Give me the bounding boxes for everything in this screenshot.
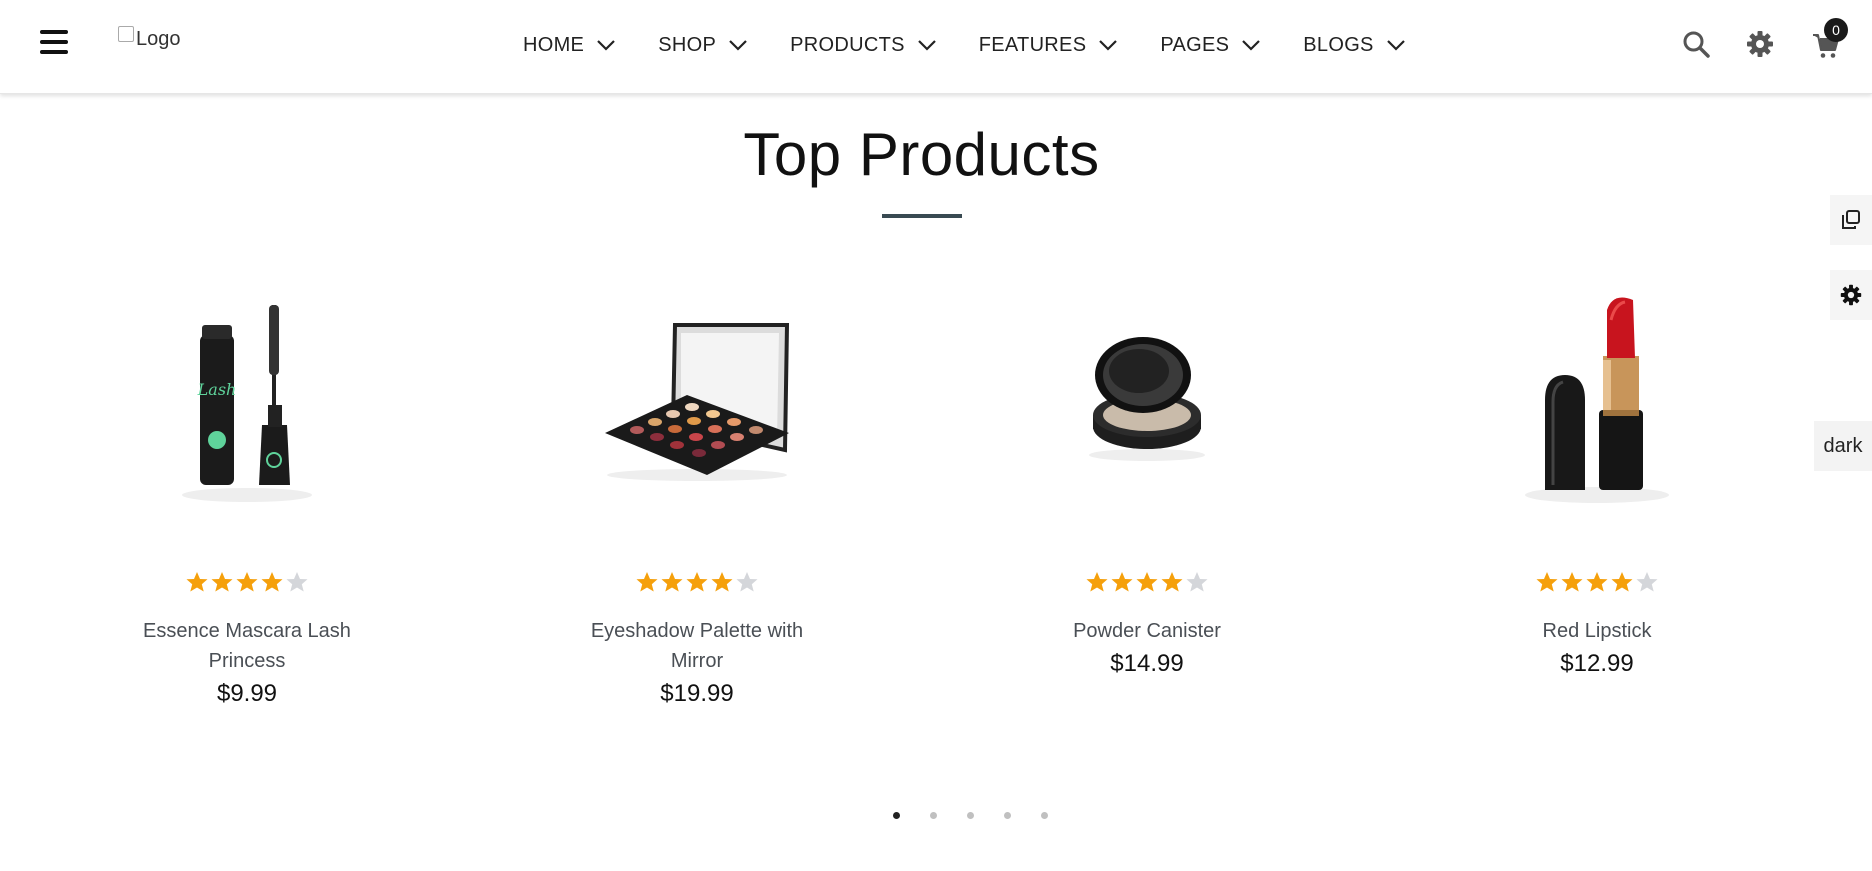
- product-price: $9.99: [216, 680, 278, 707]
- star-empty-icon: [286, 572, 308, 592]
- rating-stars: [97, 570, 397, 598]
- star-icon: [186, 572, 208, 592]
- chevron-down-icon: [1386, 40, 1405, 51]
- carousel-dot[interactable]: [1041, 812, 1048, 819]
- product-price: $19.99: [660, 680, 734, 707]
- rating-stars: [997, 570, 1297, 598]
- nav-item-blogs[interactable]: BLOGS: [1303, 34, 1405, 57]
- copy-button[interactable]: [1830, 195, 1872, 245]
- product-card[interactable]: Red Lipstick $12.99: [1447, 280, 1747, 680]
- star-icon: [1536, 572, 1558, 592]
- star-empty-icon: [1636, 572, 1658, 592]
- rating-stars: [1447, 570, 1747, 598]
- carousel-dot[interactable]: [1004, 812, 1011, 819]
- nav-item-pages[interactable]: PAGES: [1160, 34, 1261, 57]
- product-card[interactable]: Lash Essence Mascara Lash Princess $9.99: [97, 280, 397, 710]
- product-image-eyeshadow[interactable]: [547, 280, 847, 520]
- star-icon: [1161, 572, 1183, 592]
- nav-label: BLOGS: [1303, 33, 1374, 56]
- chevron-down-icon: [917, 40, 936, 51]
- product-name[interactable]: Red Lipstick: [1447, 616, 1747, 646]
- broken-image-icon: [118, 25, 134, 42]
- star-empty-icon: [1186, 572, 1208, 592]
- nav-item-products[interactable]: PRODUCTS: [790, 34, 937, 57]
- chevron-down-icon: [1242, 40, 1261, 51]
- settings-panel-button[interactable]: [1830, 270, 1872, 320]
- dark-mode-toggle[interactable]: dark: [1814, 421, 1872, 471]
- menu-icon[interactable]: [40, 30, 70, 56]
- carousel-dot[interactable]: [893, 812, 900, 819]
- product-name[interactable]: Powder Canister: [997, 616, 1297, 646]
- cart-count-badge: 0: [1824, 18, 1848, 42]
- gear-icon: [1840, 284, 1862, 306]
- star-icon: [1561, 572, 1583, 592]
- site-header: Logo HOME SHOP PRODUCTS FEATURES PAGES B…: [0, 0, 1872, 94]
- star-icon: [636, 572, 658, 592]
- product-image-powder[interactable]: [997, 280, 1297, 520]
- star-icon: [661, 572, 683, 592]
- star-icon: [1586, 572, 1608, 592]
- logo[interactable]: Logo: [118, 25, 181, 51]
- gear-icon[interactable]: [1746, 30, 1774, 58]
- rating-stars: [547, 570, 847, 598]
- product-card[interactable]: Powder Canister $14.99: [997, 280, 1297, 680]
- carousel-dot[interactable]: [930, 812, 937, 819]
- nav-item-shop[interactable]: SHOP: [658, 34, 748, 57]
- product-card[interactable]: Eyeshadow Palette with Mirror $19.99: [547, 280, 847, 710]
- svg-text:Lash: Lash: [197, 380, 237, 399]
- nav-label: PRODUCTS: [790, 33, 905, 56]
- star-icon: [711, 572, 733, 592]
- product-image-lipstick[interactable]: [1447, 280, 1747, 520]
- star-icon: [1111, 572, 1133, 592]
- star-icon: [261, 572, 283, 592]
- nav-label: PAGES: [1160, 33, 1230, 56]
- title-underline: [882, 214, 962, 218]
- star-icon: [1611, 572, 1633, 592]
- nav-label: HOME: [523, 33, 585, 56]
- nav-label: FEATURES: [978, 33, 1087, 56]
- product-name[interactable]: Eyeshadow Palette with Mirror: [547, 616, 847, 676]
- product-image-mascara[interactable]: Lash: [97, 280, 397, 520]
- star-icon: [211, 572, 233, 592]
- copy-icon: [1842, 210, 1860, 229]
- main-nav: HOME SHOP PRODUCTS FEATURES PAGES BLOGS: [523, 30, 1406, 60]
- section-title: Top Products: [743, 121, 1100, 188]
- star-icon: [686, 572, 708, 592]
- star-icon: [1136, 572, 1158, 592]
- star-icon: [1086, 572, 1108, 592]
- star-empty-icon: [736, 572, 758, 592]
- chevron-down-icon: [1099, 40, 1118, 51]
- carousel-pagination: [893, 812, 1048, 819]
- search-icon[interactable]: [1682, 30, 1710, 58]
- carousel-dot[interactable]: [967, 812, 974, 819]
- nav-item-home[interactable]: HOME: [523, 34, 616, 57]
- chevron-down-icon: [729, 40, 747, 51]
- product-price: $14.99: [1110, 650, 1184, 677]
- logo-alt-text: Logo: [136, 28, 181, 50]
- product-price: $12.99: [1560, 650, 1634, 677]
- nav-item-features[interactable]: FEATURES: [979, 34, 1119, 57]
- nav-label: SHOP: [658, 33, 717, 56]
- star-icon: [236, 572, 258, 592]
- product-name[interactable]: Essence Mascara Lash Princess: [97, 616, 397, 676]
- chevron-down-icon: [597, 40, 615, 51]
